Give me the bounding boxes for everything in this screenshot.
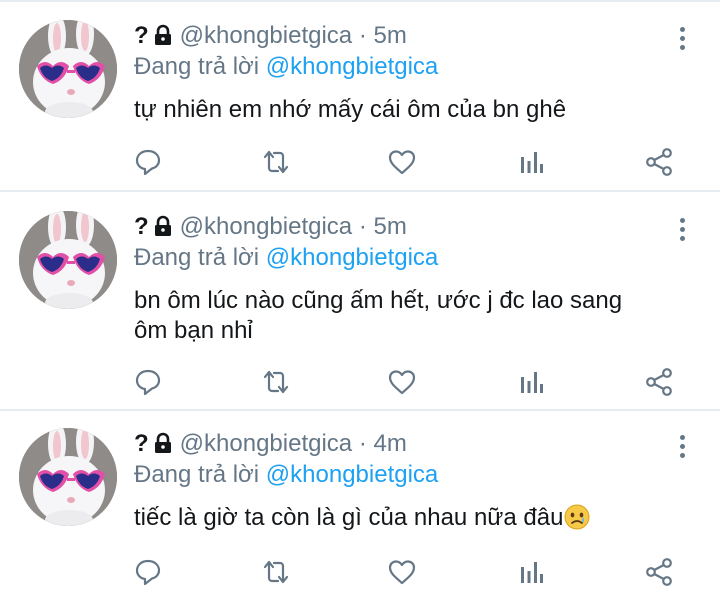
share-icon[interactable]: [641, 144, 677, 180]
more-options-icon[interactable]: [672, 211, 692, 247]
display-name[interactable]: ?: [134, 22, 149, 49]
user-handle[interactable]: @khongbietgica: [180, 22, 352, 49]
reply-mention[interactable]: @khongbietgica: [266, 461, 438, 488]
divider: [0, 190, 720, 192]
tweet-header: ? @khongbietgica · 5m: [134, 212, 407, 245]
share-icon[interactable]: [641, 554, 677, 590]
separator: ·: [358, 430, 367, 457]
separator: ·: [358, 22, 367, 49]
reply-context: Đang trả lời @khongbietgica: [134, 243, 438, 273]
tweet-text-line: tiếc là giờ ta còn là gì của nhau nữa đâ…: [134, 504, 564, 531]
reply-prefix: Đang trả lời: [134, 461, 260, 488]
reply-mention[interactable]: @khongbietgica: [266, 53, 438, 80]
tweet-text-line: ôm bạn nhỉ: [134, 317, 253, 344]
like-icon[interactable]: [384, 144, 420, 180]
separator: ·: [358, 213, 367, 240]
divider: [0, 0, 720, 2]
divider: [0, 409, 720, 411]
retweet-icon[interactable]: [258, 364, 294, 400]
more-options-icon[interactable]: [672, 428, 692, 464]
sad-face-emoji: [564, 504, 590, 530]
share-icon[interactable]: [641, 364, 677, 400]
retweet-icon[interactable]: [258, 554, 294, 590]
avatar[interactable]: [19, 428, 117, 526]
tweet[interactable]: ? @khongbietgica · 5m Đang trả lời @khong…: [0, 211, 720, 409]
analytics-icon[interactable]: [513, 364, 549, 400]
user-handle[interactable]: @khongbietgica: [180, 213, 352, 240]
analytics-icon[interactable]: [513, 554, 549, 590]
more-options-icon[interactable]: [672, 20, 692, 56]
lock-icon: [152, 432, 174, 462]
reply-icon[interactable]: [130, 144, 166, 180]
reply-mention[interactable]: @khongbietgica: [266, 244, 438, 271]
analytics-icon[interactable]: [513, 144, 549, 180]
tweet-text: tiếc là giờ ta còn là gì của nhau nữa đâ…: [134, 503, 694, 533]
timestamp[interactable]: 4m: [374, 430, 407, 457]
action-bar: [0, 554, 720, 590]
lock-icon: [152, 215, 174, 245]
user-handle[interactable]: @khongbietgica: [180, 430, 352, 457]
timestamp[interactable]: 5m: [374, 22, 407, 49]
tweet[interactable]: ? @khongbietgica · 4m Đang trả lời @khong…: [0, 428, 720, 597]
display-name[interactable]: ?: [134, 213, 149, 240]
reply-icon[interactable]: [130, 364, 166, 400]
tweet[interactable]: ? @khongbietgica · 5m Đang trả lời @khong…: [0, 20, 720, 190]
timestamp[interactable]: 5m: [374, 213, 407, 240]
avatar[interactable]: [19, 20, 117, 118]
tweet-text: bn ôm lúc nào cũng ấm hết, ước j đc lao …: [134, 286, 694, 346]
display-name[interactable]: ?: [134, 430, 149, 457]
tweet-text: tự nhiên em nhớ mấy cái ôm của bn ghê: [134, 95, 694, 125]
reply-context: Đang trả lời @khongbietgica: [134, 52, 438, 82]
like-icon[interactable]: [384, 364, 420, 400]
like-icon[interactable]: [384, 554, 420, 590]
lock-icon: [152, 24, 174, 54]
avatar[interactable]: [19, 211, 117, 309]
tweet-header: ? @khongbietgica · 4m: [134, 429, 407, 462]
tweet-text-line: bn ôm lúc nào cũng ấm hết, ước j đc lao …: [134, 287, 623, 314]
reply-context: Đang trả lời @khongbietgica: [134, 460, 438, 490]
action-bar: [0, 144, 720, 180]
tweet-feed: ? @khongbietgica · 5m Đang trả lời @khong…: [0, 0, 720, 597]
tweet-header: ? @khongbietgica · 5m: [134, 21, 407, 54]
retweet-icon[interactable]: [258, 144, 294, 180]
reply-icon[interactable]: [130, 554, 166, 590]
reply-prefix: Đang trả lời: [134, 53, 260, 80]
reply-prefix: Đang trả lời: [134, 244, 260, 271]
action-bar: [0, 364, 720, 400]
tweet-text-line: tự nhiên em nhớ mấy cái ôm của bn ghê: [134, 96, 567, 123]
